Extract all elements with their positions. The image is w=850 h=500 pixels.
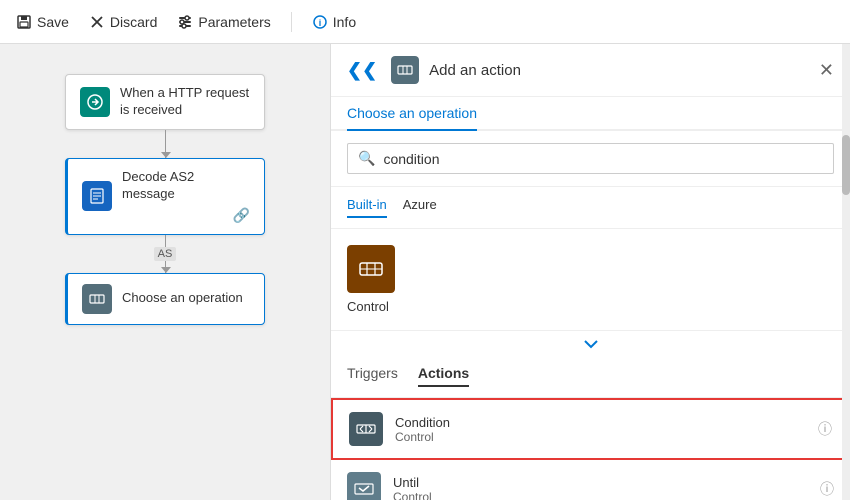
actions-section: Triggers Actions Condition Control bbox=[331, 355, 850, 500]
action-item-until[interactable]: Until Control ⓘ bbox=[331, 460, 850, 500]
choose-operation-icon bbox=[82, 284, 112, 314]
close-button[interactable]: ✕ bbox=[819, 60, 834, 81]
expand-button[interactable] bbox=[331, 331, 850, 355]
until-sub: Control bbox=[393, 490, 808, 500]
decode-as2-node[interactable]: Decode AS2 message 🔗 bbox=[65, 158, 265, 235]
http-trigger-label: When a HTTP request is received bbox=[120, 85, 250, 119]
right-panel: ❮❮ Add an action ✕ Choose an operation 🔍 bbox=[330, 44, 850, 500]
flow-container: When a HTTP request is received Decode A… bbox=[65, 74, 265, 325]
until-name: Until bbox=[393, 475, 808, 490]
connector-label: AS bbox=[154, 247, 177, 261]
decode-as2-label: Decode AS2 message bbox=[122, 169, 250, 203]
condition-icon bbox=[349, 412, 383, 446]
condition-sub: Control bbox=[395, 430, 806, 444]
workflow-canvas: When a HTTP request is received Decode A… bbox=[0, 44, 330, 500]
search-box: 🔍 bbox=[347, 143, 834, 174]
discard-button[interactable]: Discard bbox=[89, 14, 157, 30]
collapse-button[interactable]: ❮❮ bbox=[347, 60, 377, 81]
save-icon bbox=[16, 14, 32, 30]
choose-operation-node[interactable]: Choose an operation bbox=[65, 273, 265, 325]
until-text: Until Control bbox=[393, 475, 808, 500]
condition-name: Condition bbox=[395, 415, 806, 430]
scrollbar[interactable] bbox=[842, 44, 850, 500]
tab-triggers[interactable]: Triggers bbox=[347, 365, 398, 387]
info-label: Info bbox=[333, 14, 356, 30]
http-trigger-icon bbox=[80, 87, 110, 117]
filter-builtin[interactable]: Built-in bbox=[347, 197, 387, 218]
control-label: Control bbox=[347, 299, 389, 314]
action-item-condition[interactable]: Condition Control ⓘ bbox=[331, 398, 850, 460]
panel-tabs: Choose an operation bbox=[331, 97, 850, 131]
condition-info-icon[interactable]: ⓘ bbox=[818, 419, 832, 439]
panel-header-icon bbox=[391, 56, 419, 84]
until-info-icon[interactable]: ⓘ bbox=[820, 479, 834, 499]
search-area: 🔍 bbox=[331, 131, 850, 187]
toolbar: Save Discard Parameters bbox=[0, 0, 850, 44]
decode-as2-icon bbox=[82, 181, 112, 211]
control-section: Control bbox=[331, 229, 850, 331]
discard-icon bbox=[89, 14, 105, 30]
link-icon: 🔗 bbox=[122, 207, 250, 224]
save-label: Save bbox=[37, 14, 69, 30]
tab-choose-operation[interactable]: Choose an operation bbox=[347, 97, 477, 131]
toolbar-divider bbox=[291, 12, 292, 32]
http-trigger-node[interactable]: When a HTTP request is received bbox=[65, 74, 265, 130]
until-icon bbox=[347, 472, 381, 500]
panel-header: ❮❮ Add an action ✕ bbox=[331, 44, 850, 97]
search-icon: 🔍 bbox=[358, 150, 375, 167]
tab-actions[interactable]: Actions bbox=[418, 365, 469, 387]
parameters-icon bbox=[177, 14, 193, 30]
save-button[interactable]: Save bbox=[16, 14, 69, 30]
discard-label: Discard bbox=[110, 14, 157, 30]
main-content: When a HTTP request is received Decode A… bbox=[0, 44, 850, 500]
control-card[interactable]: Control bbox=[347, 245, 834, 314]
parameters-label: Parameters bbox=[198, 14, 270, 30]
info-button[interactable]: i Info bbox=[312, 14, 356, 30]
search-input[interactable] bbox=[383, 151, 823, 167]
condition-text: Condition Control bbox=[395, 415, 806, 444]
info-icon: i bbox=[312, 14, 328, 30]
scrollbar-thumb[interactable] bbox=[842, 135, 850, 195]
filter-azure[interactable]: Azure bbox=[403, 197, 437, 218]
svg-text:i: i bbox=[318, 18, 321, 28]
control-icon bbox=[347, 245, 395, 293]
parameters-button[interactable]: Parameters bbox=[177, 14, 270, 30]
actions-tabs: Triggers Actions bbox=[331, 355, 850, 398]
choose-operation-label: Choose an operation bbox=[122, 290, 243, 307]
filter-tabs: Built-in Azure bbox=[331, 187, 850, 229]
connector-1 bbox=[165, 130, 166, 158]
panel-title: Add an action bbox=[429, 62, 809, 79]
